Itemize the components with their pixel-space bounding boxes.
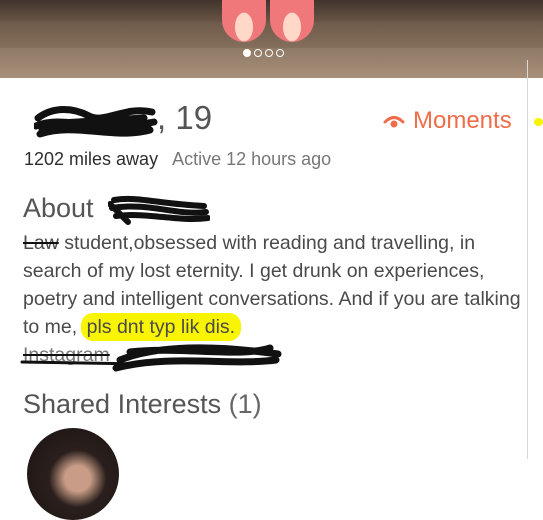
carousel-dot[interactable]	[265, 49, 273, 57]
instagram-redaction-scribble	[20, 344, 282, 372]
shared-interests-label: Shared Interests	[23, 389, 222, 419]
profile-photo-carousel[interactable]	[0, 0, 543, 78]
bio-highlighted-phrase: pls dnt typ lik dis.	[82, 315, 240, 339]
photo-shoe-left	[222, 0, 266, 42]
about-heading: About	[23, 193, 94, 223]
carousel-dot[interactable]	[243, 49, 251, 57]
carousel-indicator	[243, 49, 284, 57]
photo-shoe-right	[270, 0, 314, 42]
bio-struck-word: Law	[23, 232, 59, 254]
highlight-mark	[534, 118, 543, 126]
distance-text: 1202 miles away	[24, 149, 159, 169]
moments-label: Moments	[413, 107, 512, 134]
moments-link[interactable]: Moments	[383, 107, 512, 135]
carousel-dot[interactable]	[254, 49, 262, 57]
carousel-dot[interactable]	[276, 49, 284, 57]
eye-icon	[383, 116, 405, 128]
shared-interests-count: (1)	[228, 389, 262, 419]
shared-interests-heading: Shared Interests (1)	[23, 389, 262, 420]
about-redaction-scribble	[108, 195, 210, 225]
profile-age: , 19	[157, 99, 213, 136]
card-border	[527, 60, 528, 459]
shared-interest-avatar[interactable]	[27, 428, 119, 520]
profile-meta: 1202 miles away Active 12 hours ago	[24, 149, 331, 170]
active-status: Active 12 hours ago	[172, 149, 332, 169]
name-redaction-scribble	[34, 106, 158, 138]
